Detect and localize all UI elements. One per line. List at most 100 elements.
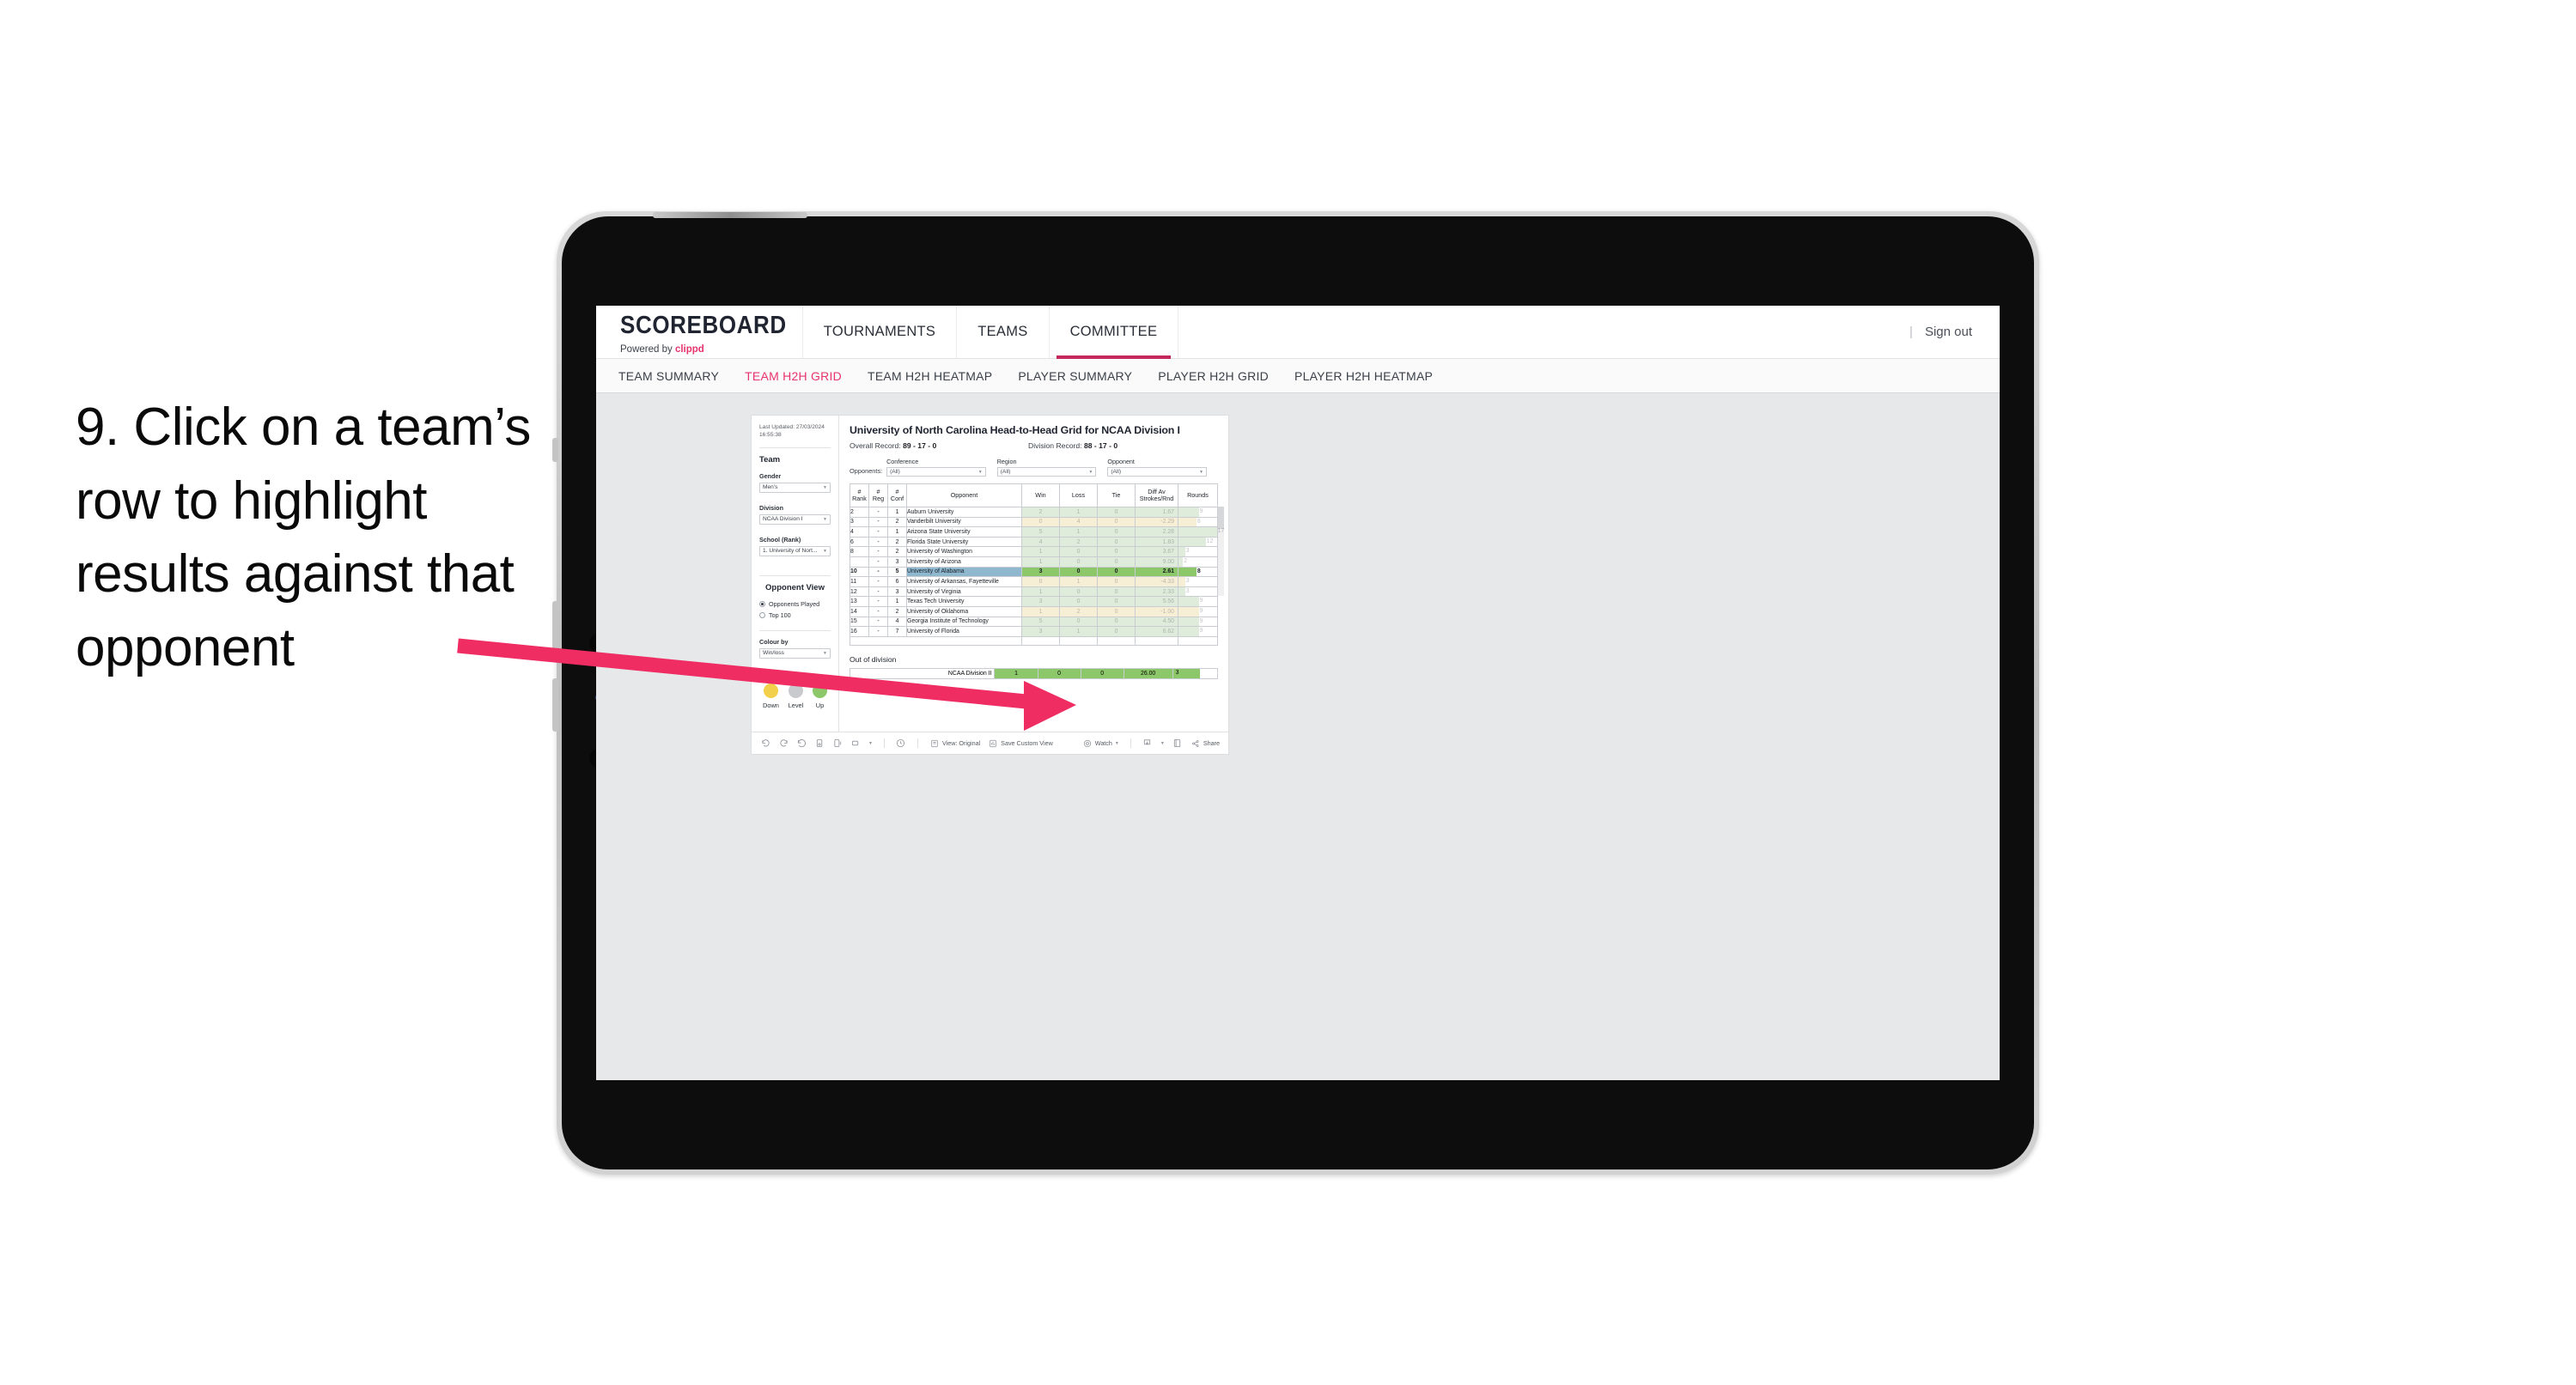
col-conf[interactable]: # Conf xyxy=(887,483,907,507)
h2h-table: # Rank # Reg # Conf Opponent Win Loss Tie D… xyxy=(850,483,1224,647)
top-nav-items: TOURNAMENTS TEAMS COMMITTEE xyxy=(803,306,1179,359)
filter-region-value: (All) xyxy=(1000,469,1011,475)
table-row[interactable]: 13-1 Texas Tech University 3 0 0 5.56 9 xyxy=(850,596,1218,607)
chevron-down-icon: ▼ xyxy=(1088,469,1093,475)
refresh-icon[interactable] xyxy=(814,738,825,749)
pause-auto-update-icon[interactable] xyxy=(832,738,843,749)
table-row[interactable]: -3 University of Arizona 1 0 0 9.00 2 xyxy=(850,556,1218,568)
subnav-player-summary[interactable]: PLAYER SUMMARY xyxy=(1018,369,1132,383)
radio-top-100[interactable]: Top 100 xyxy=(759,611,831,619)
col-win[interactable]: Win xyxy=(1021,483,1060,507)
cell-rank: 12 xyxy=(850,586,869,598)
cell-rank: 11 xyxy=(850,576,869,587)
table-row[interactable]: 3-2 Vanderbilt University 0 4 0 -2.29 8 xyxy=(850,516,1218,528)
table-row[interactable]: 15-4 Georgia Institute of Technology 5 0 0 4.… xyxy=(850,616,1218,628)
colour-by-label: Colour by xyxy=(759,637,789,646)
tablet-volume-up-button[interactable] xyxy=(552,601,558,654)
col-tie[interactable]: Tie xyxy=(1097,483,1136,507)
cell-rank: 2 xyxy=(850,507,869,518)
subnav-player-h2h-heatmap[interactable]: PLAYER H2H HEATMAP xyxy=(1294,369,1433,383)
cell-loss: 0 xyxy=(1059,556,1098,568)
redo-icon[interactable] xyxy=(778,738,789,749)
table-row[interactable]: 14-2 University of Oklahoma 1 2 0 -1.00 9 xyxy=(850,605,1218,617)
nav-committee[interactable]: COMMITTEE xyxy=(1050,306,1179,359)
filter-conference-value: (All) xyxy=(890,469,900,475)
table-row[interactable]: 10-5 University of Alabama 3 0 0 2.61 8 xyxy=(850,566,1218,578)
nav-tournaments[interactable]: TOURNAMENTS xyxy=(803,306,958,358)
tablet-volume-down-button[interactable] xyxy=(552,678,558,732)
radio-icon xyxy=(759,600,765,607)
table-row[interactable]: 16-7 University of Florida 3 1 0 6.62 9 xyxy=(850,626,1218,637)
tablet-side-button-top[interactable] xyxy=(552,438,558,462)
table-vertical-scrollbar[interactable] xyxy=(1218,507,1224,596)
download-icon[interactable] xyxy=(1142,738,1153,749)
view-original-button[interactable]: View: Original xyxy=(929,738,980,749)
chevron-down-icon: ▼ xyxy=(823,484,827,490)
pause-icon[interactable] xyxy=(896,738,906,749)
table-row[interactable]: 6-2 Florida State University 4 2 0 1.83 12 xyxy=(850,536,1218,548)
table-empty-row xyxy=(850,635,1218,647)
radio-opponents-played[interactable]: Opponents Played xyxy=(759,600,831,608)
table-row[interactable]: 11-6 University of Arkansas, Fayetteville… xyxy=(850,576,1218,587)
share-button[interactable]: Share xyxy=(1191,738,1220,749)
cell-tie: 0 xyxy=(1097,546,1136,557)
cell-opponent: University of Oklahoma xyxy=(906,605,1022,617)
cell-diff: 2.33 xyxy=(1135,586,1178,598)
subnav-team-h2h-grid[interactable]: TEAM H2H GRID xyxy=(745,369,842,383)
cell-diff: 5.56 xyxy=(1135,596,1178,607)
filters-sidebar: Last Updated: 27/03/2024 16:55:38 Team G… xyxy=(752,416,839,732)
cell-win: 1 xyxy=(1021,546,1060,557)
filter-opponent-select[interactable]: (All) ▼ xyxy=(1107,467,1207,477)
nav-teams[interactable]: TEAMS xyxy=(957,306,1050,358)
school-select[interactable]: 1. University of Nort... ▼ xyxy=(759,545,831,556)
chevron-down-icon: ▼ xyxy=(1199,469,1203,475)
filter-region-select[interactable]: (All) ▼ xyxy=(996,467,1097,477)
subnav-player-h2h-grid[interactable]: PLAYER H2H GRID xyxy=(1158,369,1269,383)
scrollbar-thumb[interactable] xyxy=(1218,507,1224,529)
filter-opponent-value: (All) xyxy=(1111,469,1122,475)
cell-reg: - xyxy=(868,566,888,578)
col-rank[interactable]: # Rank xyxy=(850,483,869,507)
table-row[interactable]: 4-1 Arizona State University 5 1 0 2.28 17 xyxy=(850,526,1224,538)
colour-by-select[interactable]: Win/loss ▼ xyxy=(759,647,831,659)
col-diff[interactable]: Diff Av Strokes/Rnd xyxy=(1135,483,1178,507)
col-reg[interactable]: # Reg xyxy=(868,483,888,507)
instruction-text: 9. Click on a team’s row to highlight re… xyxy=(76,398,531,677)
out-of-division-table: NCAA Division II 1 0 0 26.00 3 xyxy=(849,668,1219,679)
col-rounds[interactable]: Rounds xyxy=(1178,483,1218,507)
filter-conference-select[interactable]: (All) ▼ xyxy=(886,467,986,477)
cell-win: 3 xyxy=(1021,566,1060,578)
cell-diff: 2.28 xyxy=(1135,526,1178,538)
save-custom-view-button[interactable]: Save Custom View xyxy=(988,738,1053,749)
brand-logo[interactable]: SCOREBOARD Powered by clippd xyxy=(596,306,803,358)
rounds-value: 2 xyxy=(1184,557,1187,564)
colour-legend: Down Level Up xyxy=(759,683,831,709)
empty-cell xyxy=(906,635,1022,647)
revert-icon[interactable] xyxy=(796,738,807,749)
undo-icon[interactable] xyxy=(760,738,770,749)
col-opponent[interactable]: Opponent xyxy=(906,483,1022,507)
save-icon xyxy=(988,738,998,749)
sign-out-link[interactable]: Sign out xyxy=(1925,325,1972,339)
highlight-icon[interactable] xyxy=(850,738,861,749)
rounds-value: 3 xyxy=(1185,587,1190,594)
table-row[interactable]: 2-1 Auburn University 2 1 0 1.67 9 xyxy=(850,507,1218,518)
subnav-team-summary[interactable]: TEAM SUMMARY xyxy=(618,369,719,383)
share-label: Share xyxy=(1203,739,1220,747)
gender-select[interactable]: Men’s ▼ xyxy=(759,482,831,493)
fullscreen-icon[interactable] xyxy=(1172,738,1183,749)
chevron-down-icon[interactable]: ▼ xyxy=(1160,741,1165,746)
cell-opponent: University of Florida xyxy=(906,626,1022,637)
table-row[interactable]: NCAA Division II 1 0 0 26.00 3 xyxy=(849,668,1219,679)
table-row[interactable]: 12-3 University of Virginia 1 0 0 2.33 3 xyxy=(850,586,1218,598)
table-row[interactable]: 8-2 University of Washington 1 0 0 3.67 3 xyxy=(850,546,1218,557)
cell-conf: 2 xyxy=(887,516,907,528)
subnav-team-h2h-heatmap[interactable]: TEAM H2H HEATMAP xyxy=(868,369,992,383)
watch-button[interactable]: Watch ▼ xyxy=(1082,738,1119,749)
cell-reg: - xyxy=(868,586,888,598)
division-select[interactable]: NCAA Division I ▼ xyxy=(759,513,831,525)
h2h-table-body: 2-1 Auburn University 2 1 0 1.67 9 3-2 Vanderbil… xyxy=(850,507,1224,647)
col-loss[interactable]: Loss xyxy=(1059,483,1098,507)
cell-conf: 2 xyxy=(887,536,907,548)
chevron-down-icon[interactable]: ▼ xyxy=(868,741,873,746)
